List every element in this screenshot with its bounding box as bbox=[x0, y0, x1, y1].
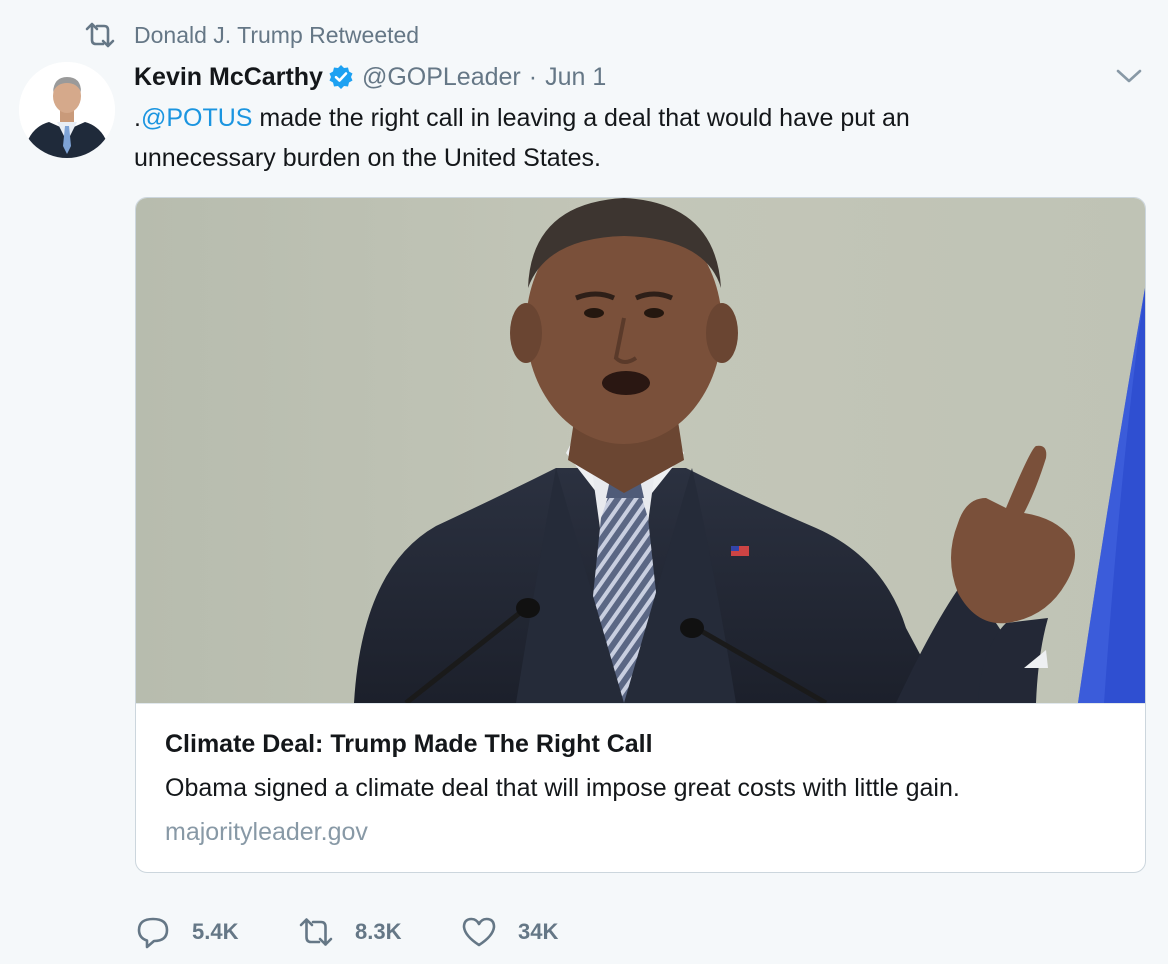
reply-button[interactable]: 5.4K bbox=[134, 914, 297, 950]
chevron-down-icon[interactable] bbox=[1114, 66, 1144, 86]
tweet-actions: 5.4K 8.3K 34K bbox=[134, 910, 600, 954]
header-separator: · bbox=[528, 62, 538, 91]
retweet-count: 8.3K bbox=[355, 919, 402, 944]
retweet-icon bbox=[85, 22, 115, 48]
mention-link[interactable]: @POTUS bbox=[141, 104, 253, 132]
link-card[interactable]: Climate Deal: Trump Made The Right Call … bbox=[135, 197, 1146, 873]
tweet-timestamp[interactable]: Jun 1 bbox=[545, 63, 606, 92]
retweet-context: Donald J. Trump Retweeted bbox=[84, 20, 419, 50]
card-image bbox=[136, 198, 1145, 704]
heart-icon bbox=[462, 917, 496, 947]
retweeter-link[interactable]: Donald J. Trump Retweeted bbox=[134, 22, 419, 49]
tweet-text-prefix: . bbox=[134, 104, 141, 132]
author-handle[interactable]: @GOPLeader bbox=[362, 63, 521, 92]
card-title: Climate Deal: Trump Made The Right Call bbox=[165, 730, 653, 758]
card-domain: majorityleader.gov bbox=[165, 818, 368, 846]
retweet-icon bbox=[299, 918, 333, 946]
tweet[interactable]: Donald J. Trump Retweeted Kevin McCarthy… bbox=[0, 0, 1168, 964]
tweet-text: .@POTUS made the right call in leaving a… bbox=[134, 98, 1034, 178]
author-name[interactable]: Kevin McCarthy bbox=[134, 63, 323, 92]
tweet-header: Kevin McCarthy @GOPLeader · Jun 1 bbox=[134, 60, 606, 94]
reply-icon bbox=[137, 917, 169, 949]
like-count: 34K bbox=[518, 919, 559, 944]
like-button[interactable]: 34K bbox=[460, 914, 600, 950]
avatar[interactable] bbox=[19, 62, 115, 158]
reply-count: 5.4K bbox=[192, 919, 239, 944]
verified-badge-icon bbox=[329, 65, 353, 89]
retweet-button[interactable]: 8.3K bbox=[297, 914, 460, 950]
avatar-photo bbox=[19, 62, 115, 158]
card-description: Obama signed a climate deal that will im… bbox=[165, 774, 960, 802]
